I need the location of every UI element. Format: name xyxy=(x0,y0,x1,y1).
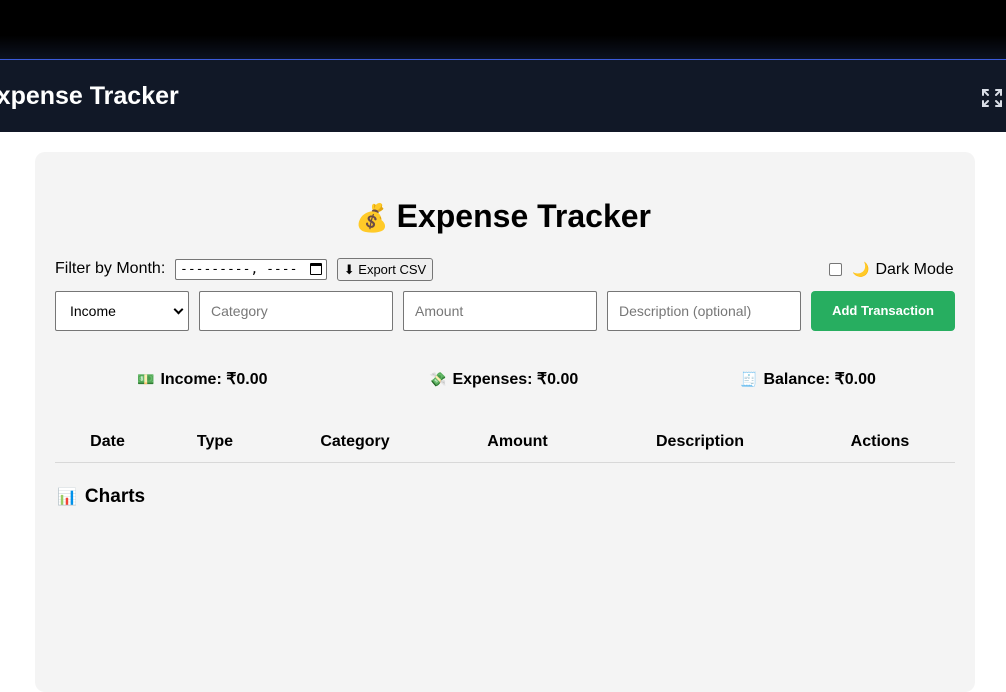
balance-summary-text: Balance: ₹0.00 xyxy=(763,371,876,388)
column-header-date[interactable]: Date xyxy=(55,433,160,451)
dark-mode-text: Dark Mode xyxy=(875,261,954,278)
app-header: Expense Tracker xyxy=(0,60,1006,132)
category-input[interactable]: Category xyxy=(199,291,393,331)
dark-mode-checkbox[interactable] xyxy=(829,263,842,276)
description-input[interactable]: Description (optional) xyxy=(607,291,801,331)
income-summary: 💵 Income: ₹0.00 xyxy=(137,369,268,389)
charts-heading-text: Charts xyxy=(84,486,146,507)
table-header-divider xyxy=(55,462,955,463)
column-header-description[interactable]: Description xyxy=(595,433,805,451)
month-filter-value: ---------, ---- xyxy=(180,262,298,277)
expenses-summary: 💸 Expenses: ₹0.00 xyxy=(429,369,578,389)
app-header-title: Expense Tracker xyxy=(0,82,179,110)
moon-icon: 🌙 xyxy=(852,261,870,277)
amount-input[interactable]: Amount xyxy=(403,291,597,331)
income-summary-text: Income: ₹0.00 xyxy=(160,371,268,388)
column-header-type[interactable]: Type xyxy=(160,433,270,451)
dollar-bill-icon: 💵 xyxy=(137,371,155,387)
expand-icon[interactable] xyxy=(980,87,1004,109)
page-title-text: Expense Tracker xyxy=(396,198,651,234)
money-wings-icon: 💸 xyxy=(429,371,447,387)
charts-heading: 📊 Charts xyxy=(57,486,145,508)
filter-month-label: Filter by Month: xyxy=(55,260,166,277)
receipt-icon: 🧾 xyxy=(740,371,758,387)
column-header-actions: Actions xyxy=(850,433,910,450)
expenses-summary-text: Expenses: ₹0.00 xyxy=(452,371,579,388)
export-csv-button[interactable]: ⬇ Export CSV xyxy=(337,258,433,281)
month-filter-input[interactable]: ---------, ---- xyxy=(175,259,327,280)
browser-top-bar xyxy=(0,0,1006,60)
add-transaction-button[interactable]: Add Transaction xyxy=(811,291,955,331)
chevron-down-icon xyxy=(173,304,184,315)
dark-mode-label[interactable]: 🌙 Dark Mode xyxy=(852,261,954,279)
transaction-type-select[interactable]: Income xyxy=(55,291,189,331)
bar-chart-icon: 📊 xyxy=(57,489,77,506)
column-header-amount[interactable]: Amount xyxy=(440,433,595,451)
calendar-icon[interactable] xyxy=(310,263,322,275)
page-title: 💰 Expense Tracker xyxy=(0,198,1006,235)
balance-summary: 🧾 Balance: ₹0.00 xyxy=(740,369,876,389)
money-bag-icon: 💰 xyxy=(354,203,389,233)
transaction-type-value: Income xyxy=(70,303,116,319)
column-header-category[interactable]: Category xyxy=(270,433,440,451)
